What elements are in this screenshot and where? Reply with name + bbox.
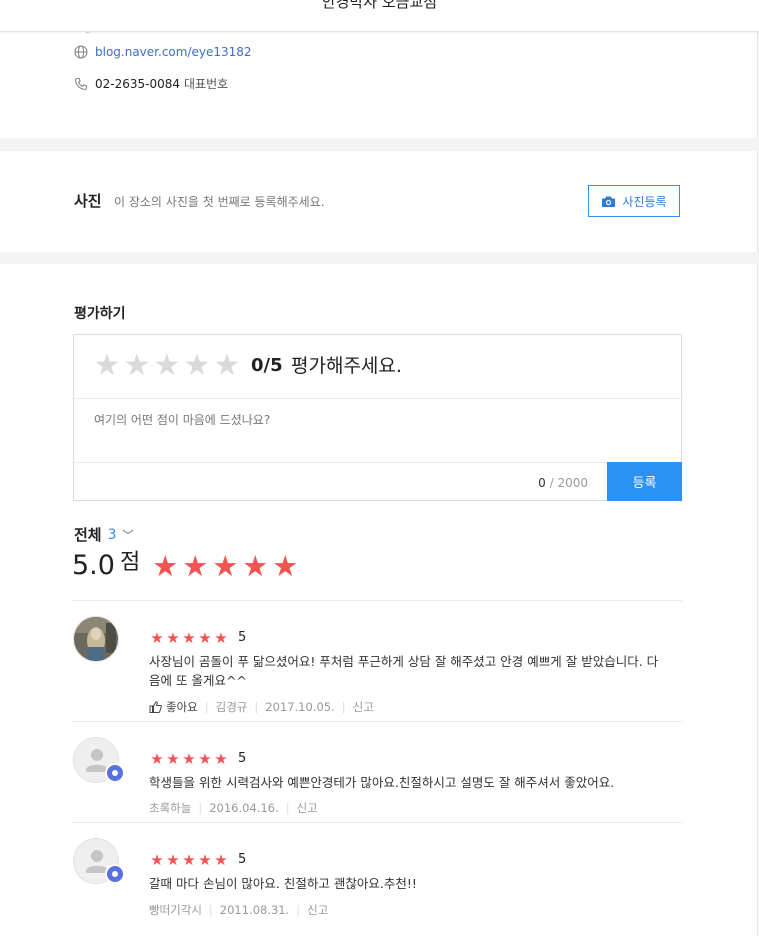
rating-form: ★ ★ ★ ★ ★ 0/5 평가해주세요. 0 / 2000 등록 (73, 334, 682, 501)
divider (74, 398, 681, 399)
divider (73, 721, 682, 722)
star-2-icon[interactable]: ★ (122, 351, 152, 381)
phone-number[interactable]: 02-2635-0084 (95, 77, 180, 91)
separator: | (285, 801, 290, 815)
review-rating: 5 (238, 751, 247, 766)
star-4-icon[interactable]: ★ (182, 351, 212, 381)
separator: | (208, 903, 213, 917)
review-stars: ★ ★ ★ ★ ★ (149, 630, 229, 646)
separator: | (341, 700, 346, 714)
star-icon: ★ (198, 750, 212, 768)
avatar[interactable] (73, 616, 119, 662)
star-icon: ★ (182, 750, 196, 768)
star-icon: ★ (214, 750, 228, 768)
char-count: 0 (538, 476, 546, 490)
add-photo-button[interactable]: 사진등록 (588, 185, 680, 217)
star-icon: ★ (166, 851, 180, 869)
blog-link[interactable]: blog.naver.com/eye13182 (95, 45, 252, 59)
review-rating: 5 (238, 852, 247, 867)
globe-icon (74, 45, 88, 59)
review-date: 2011.08.31. (219, 903, 290, 917)
location-pin-icon (105, 763, 125, 783)
total-label: 전체 (74, 526, 102, 544)
review-author: 빵떠기각시 (149, 903, 202, 917)
review-text: 사장님이 곰돌이 푸 닮으셨어요! 푸처럼 푸근하게 상담 잘 해주셨고 안경 … (149, 654, 659, 688)
star-3-icon[interactable]: ★ (152, 351, 182, 381)
review-textarea[interactable] (94, 411, 654, 465)
review-stars: ★ ★ ★ ★ ★ (149, 852, 229, 868)
review-meta: 좋아요 | 김경규 | 2017.10.05. | 신고 (149, 699, 374, 715)
review-meta: 초록하늘 | 2016.04.16. | 신고 (149, 800, 318, 816)
review-rating: 5 (238, 630, 247, 645)
divider (74, 462, 681, 463)
review-section: 평가하기 ★ ★ ★ ★ ★ 0/5 평가해주세요. 0 / 2000 등록 전… (0, 264, 758, 936)
average-unit: 점 (119, 550, 141, 575)
star-icon: ★ (212, 549, 239, 583)
star-icon: ★ (182, 549, 209, 583)
report-link[interactable]: 신고 (297, 800, 318, 816)
separator: | (204, 700, 209, 714)
star-icon: ★ (150, 629, 164, 647)
rating-form-title: 평가하기 (74, 306, 126, 322)
star-icon: ★ (214, 851, 228, 869)
star-icon: ★ (182, 851, 196, 869)
star-icon: ★ (152, 549, 179, 583)
photo-title: 사진 (74, 192, 102, 210)
star-1-icon[interactable]: ★ (92, 351, 122, 381)
like-label: 좋아요 (166, 700, 198, 714)
review-total[interactable]: 전체 3 ﹀ (74, 524, 134, 545)
star-icon: ★ (198, 851, 212, 869)
place-title: 안경박사 오금교점 (321, 0, 438, 11)
review-date: 2017.10.05. (265, 700, 335, 714)
star-icon: ★ (150, 851, 164, 869)
review-stars: ★ ★ ★ ★ ★ (149, 751, 229, 767)
star-icon: ★ (182, 629, 196, 647)
add-photo-label: 사진등록 (622, 194, 667, 209)
review-text: 갈때 마다 손님이 많아요. 친절하고 괜찮아요.추천!! (149, 876, 417, 891)
review-author: 초록하늘 (149, 801, 192, 815)
phone-row: 02-2635-0084 대표번호 (74, 75, 228, 92)
top-header: 안경박사 오금교점 (0, 0, 759, 32)
submit-review-button[interactable]: 등록 (607, 462, 682, 501)
location-pin-icon (105, 864, 125, 884)
average-stars: ★ ★ ★ ★ ★ (150, 549, 300, 583)
chevron-down-icon[interactable]: ﹀ (123, 527, 134, 543)
thumbs-up-icon (149, 701, 162, 713)
star-icon: ★ (166, 629, 180, 647)
divider (73, 822, 682, 823)
separator: | (254, 700, 259, 714)
camera-icon (602, 196, 616, 207)
report-link[interactable]: 신고 (307, 902, 328, 918)
average-rating: 5.0 점 ★ ★ ★ ★ ★ (72, 549, 300, 583)
rating-star-picker[interactable]: ★ ★ ★ ★ ★ (92, 351, 242, 381)
phone-icon (74, 77, 88, 90)
rating-score: 0/5 (251, 355, 283, 376)
star-5-icon[interactable]: ★ (212, 351, 242, 381)
average-value: 5.0 (72, 550, 115, 581)
photo-section: 사진 이 장소의 사진을 첫 번째로 등록해주세요. 사진등록 (0, 151, 758, 252)
star-icon: ★ (198, 629, 212, 647)
review-author: 김경규 (215, 700, 248, 714)
star-icon: ★ (214, 629, 228, 647)
star-icon: ★ (150, 750, 164, 768)
phone-label: 대표번호 (184, 77, 229, 91)
char-counter: 0 / 2000 (538, 476, 588, 490)
total-count: 3 (107, 526, 117, 543)
separator: | (296, 903, 301, 917)
char-max: / 2000 (545, 476, 588, 490)
star-icon: ★ (166, 750, 180, 768)
like-button[interactable]: 좋아요 (149, 699, 198, 715)
separator: | (198, 801, 203, 815)
review-date: 2016.04.16. (209, 801, 279, 815)
user-photo (74, 617, 118, 661)
divider (73, 600, 682, 601)
review-meta: 빵떠기각시 | 2011.08.31. | 신고 (149, 902, 328, 918)
rating-prompt: 평가해주세요. (291, 355, 402, 377)
star-icon: ★ (272, 549, 299, 583)
star-icon: ★ (242, 549, 269, 583)
photo-description: 이 장소의 사진을 첫 번째로 등록해주세요. (114, 195, 325, 209)
blog-row[interactable]: blog.naver.com/eye13182 (74, 45, 252, 59)
report-link[interactable]: 신고 (353, 699, 374, 715)
review-text: 학생들을 위한 시력검사와 예쁜안경테가 많아요.친절하시고 설명도 잘 해주셔… (149, 775, 615, 790)
